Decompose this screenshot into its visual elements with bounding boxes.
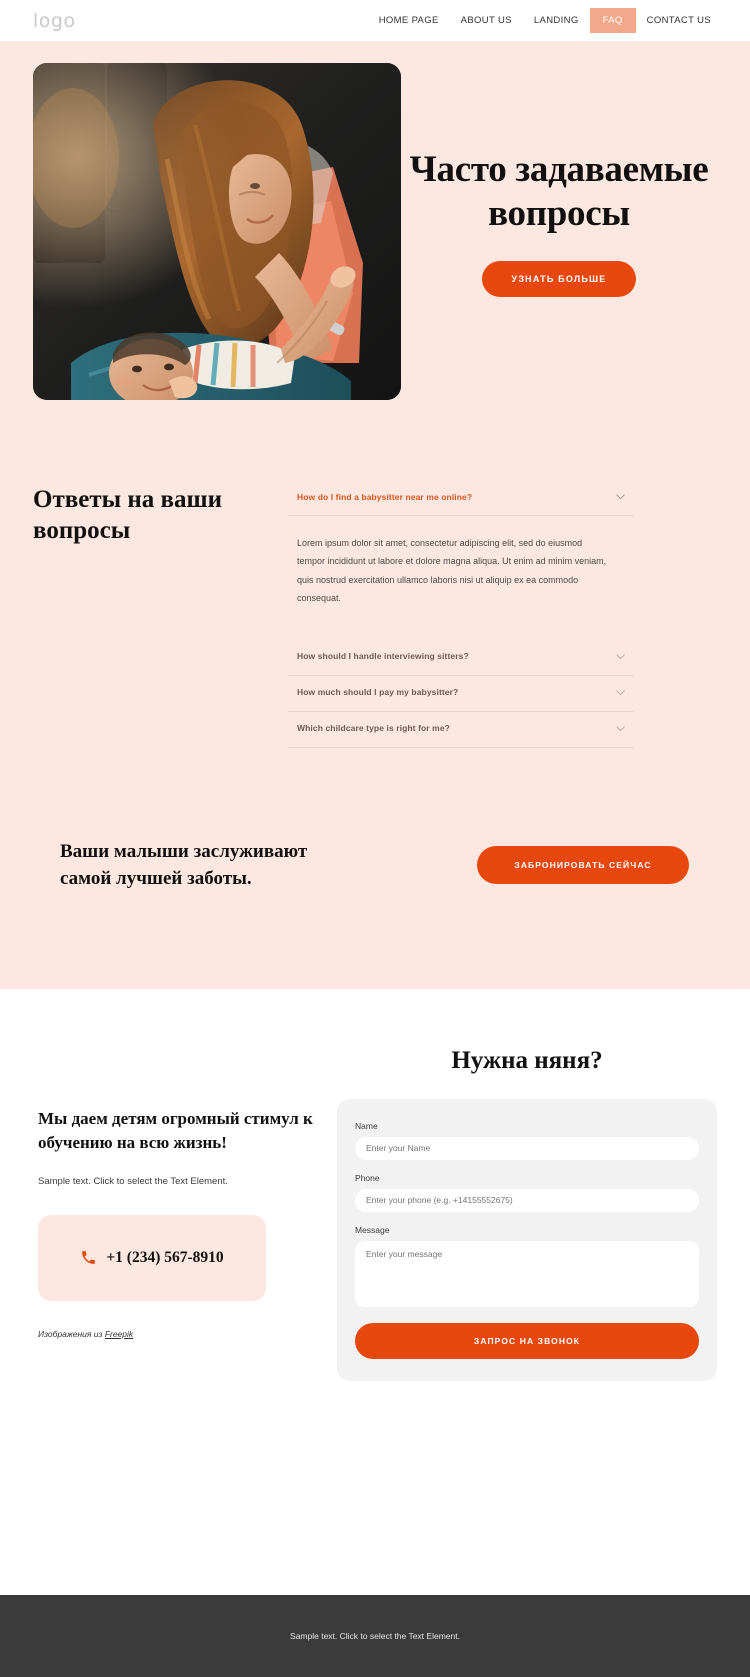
- faq-question-row-2[interactable]: How should I handle interviewing sitters…: [288, 640, 633, 676]
- name-label: Name: [355, 1120, 378, 1131]
- footer-text: Sample text. Click to select the Text El…: [290, 1631, 460, 1641]
- faq-heading: Ответы на ваши вопросы: [33, 486, 223, 545]
- contact-section: Мы даем детям огромный стимул к обучению…: [0, 988, 750, 1381]
- faq-question-1: How do I find a babysitter near me onlin…: [297, 491, 473, 502]
- freepik-link[interactable]: Freepik: [105, 1329, 133, 1339]
- faq-accordion: How do I find a babysitter near me onlin…: [288, 480, 633, 748]
- hero-image: [33, 63, 401, 400]
- hero-content: Часто задаваемые вопросы УЗНАТЬ БОЛЬШЕ: [401, 63, 717, 298]
- chevron-down-icon[interactable]: [614, 650, 627, 663]
- faq-spacer: [288, 614, 633, 640]
- contact-form-panel: Name Phone Message ЗАПРОС НА ЗВОНОК: [337, 1098, 717, 1381]
- cta-headline: Ваши малыши заслуживают самой лучшей заб…: [60, 840, 308, 890]
- logo[interactable]: logo: [33, 10, 76, 32]
- chevron-down-icon[interactable]: [614, 686, 627, 699]
- hero-photo-illustration: [33, 63, 401, 400]
- faq-question-row-3[interactable]: How much should I pay my babysitter?: [288, 676, 633, 712]
- request-call-button[interactable]: ЗАПРОС НА ЗВОНОК: [355, 1322, 699, 1359]
- site-footer: Sample text. Click to select the Text El…: [0, 1595, 750, 1677]
- faq-question-row-4[interactable]: Which childcare type is right for me?: [288, 712, 633, 748]
- cta-band: Ваши малыши заслуживают самой лучшей заб…: [0, 747, 750, 989]
- message-textarea[interactable]: [355, 1240, 699, 1307]
- nav-item-landing[interactable]: LANDING: [523, 8, 590, 33]
- learn-more-button[interactable]: УЗНАТЬ БОЛЬШЕ: [481, 261, 637, 298]
- faq-answer-1: Lorem ipsum dolor sit amet, consectetur …: [297, 538, 607, 604]
- cta-button-wrapper: ЗАБРОНИРОВАТЬ СЕЙЧАС: [477, 846, 717, 885]
- phone-label: Phone: [355, 1172, 380, 1183]
- nav-item-faq[interactable]: FAQ: [589, 8, 636, 33]
- chevron-down-icon[interactable]: [614, 722, 627, 735]
- message-label: Message: [355, 1224, 390, 1235]
- hero-title: Часто задаваемые вопросы: [409, 149, 709, 234]
- contact-subtext: Sample text. Click to select the Text El…: [38, 1176, 228, 1188]
- faq-section: Ответы на ваши вопросы How do I find a b…: [0, 400, 750, 748]
- nav-item-home-page[interactable]: HOME PAGE: [368, 8, 450, 33]
- faq-item-1[interactable]: How do I find a babysitter near me onlin…: [288, 480, 633, 614]
- faq-item-2[interactable]: How should I handle interviewing sitters…: [288, 640, 633, 676]
- faq-question-4: Which childcare type is right for me?: [297, 723, 450, 734]
- phone-number: +1 (234) 567-8910: [106, 1248, 224, 1266]
- form-title: Нужна няня?: [451, 1046, 603, 1074]
- phone-icon: [82, 1251, 96, 1265]
- phone-card[interactable]: +1 (234) 567-8910: [38, 1214, 266, 1301]
- hero-section: Часто задаваемые вопросы УЗНАТЬ БОЛЬШЕ: [0, 41, 750, 400]
- faq-item-3[interactable]: How much should I pay my babysitter?: [288, 676, 633, 712]
- chevron-down-icon[interactable]: [614, 490, 627, 503]
- nav-item-about-us[interactable]: ABOUT US: [450, 8, 523, 33]
- faq-question-3: How much should I pay my babysitter?: [297, 687, 459, 698]
- contact-headline: Мы даем детям огромный стимул к обучению…: [38, 1108, 313, 1153]
- image-credit-prefix: Изображения из: [38, 1328, 105, 1339]
- name-input[interactable]: [355, 1136, 699, 1160]
- faq-question-2: How should I handle interviewing sitters…: [297, 651, 469, 662]
- faq-item-4[interactable]: Which childcare type is right for me?: [288, 712, 633, 748]
- main-navigation: HOME PAGE ABOUT US LANDING FAQ CONTACT U…: [368, 8, 722, 33]
- faq-question-row-1[interactable]: How do I find a babysitter near me onlin…: [288, 480, 633, 516]
- contact-form-column: Нужна няня? Name Phone Message ЗАПРОС НА…: [323, 1047, 717, 1381]
- book-now-button[interactable]: ЗАБРОНИРОВАТЬ СЕЙЧАС: [477, 846, 689, 885]
- phone-input[interactable]: [355, 1188, 699, 1212]
- site-header: logo HOME PAGE ABOUT US LANDING FAQ CONT…: [0, 0, 750, 41]
- contact-info-column: Мы даем детям огромный стимул к обучению…: [33, 1047, 323, 1339]
- nav-item-contact-us[interactable]: CONTACT US: [636, 8, 722, 33]
- image-credit: Изображения из Freepik: [38, 1329, 323, 1339]
